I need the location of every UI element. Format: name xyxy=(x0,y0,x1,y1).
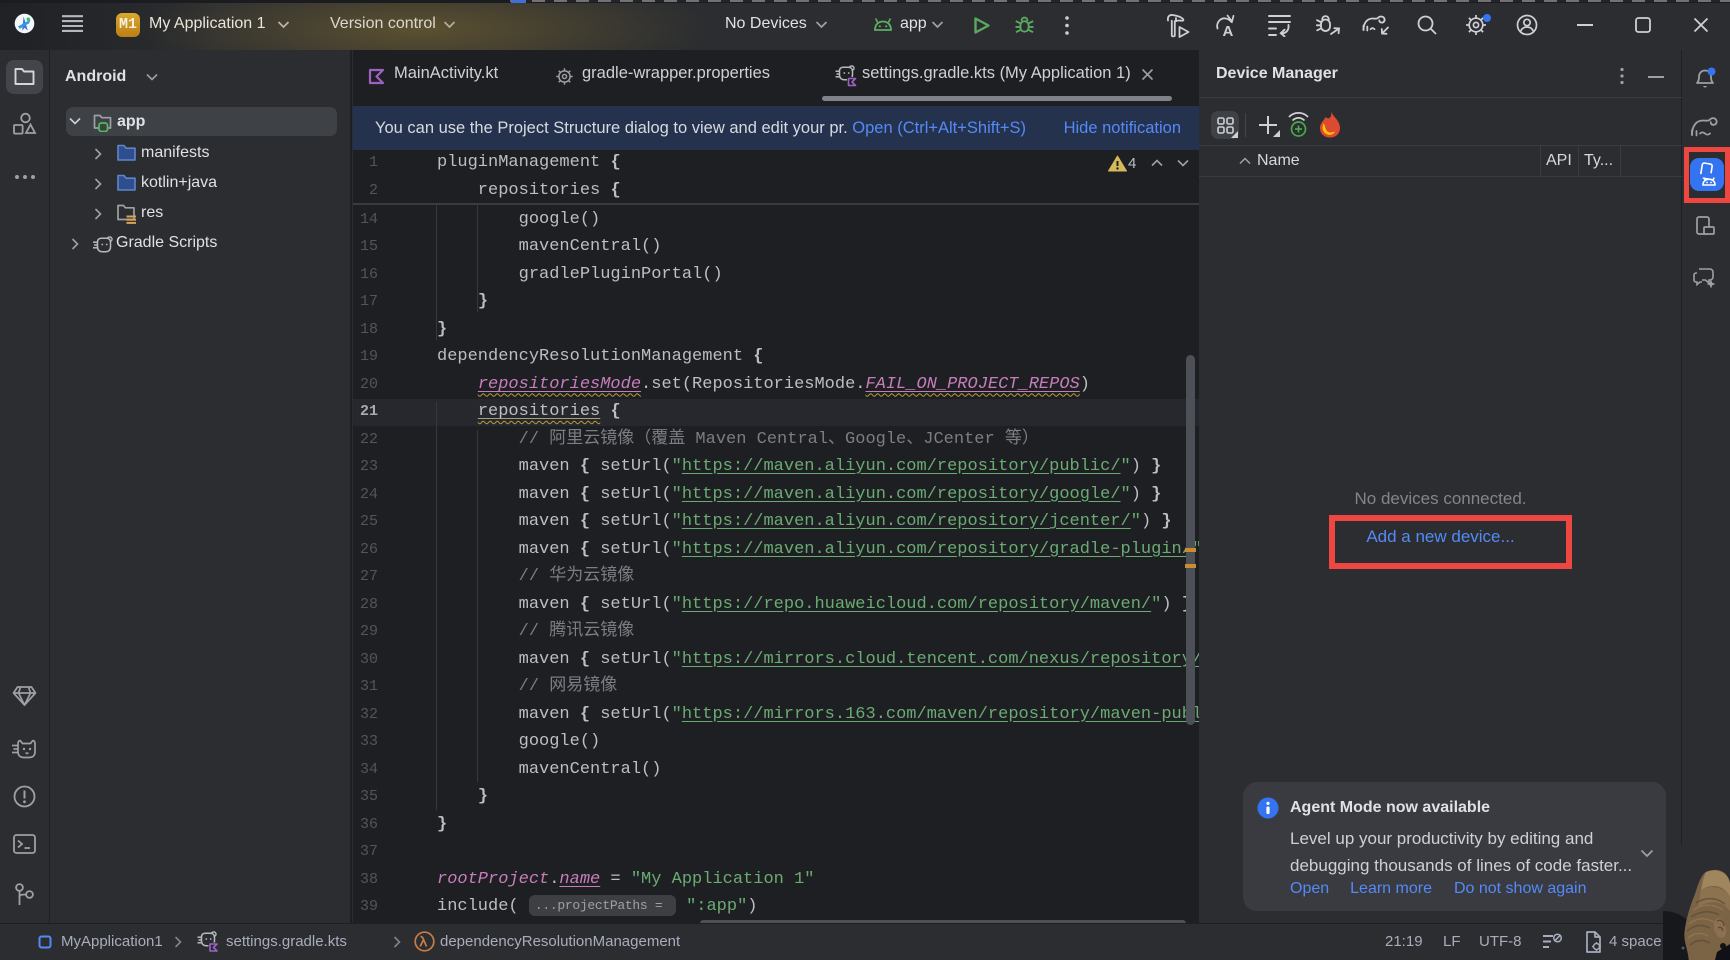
svg-text:A: A xyxy=(1223,23,1234,37)
